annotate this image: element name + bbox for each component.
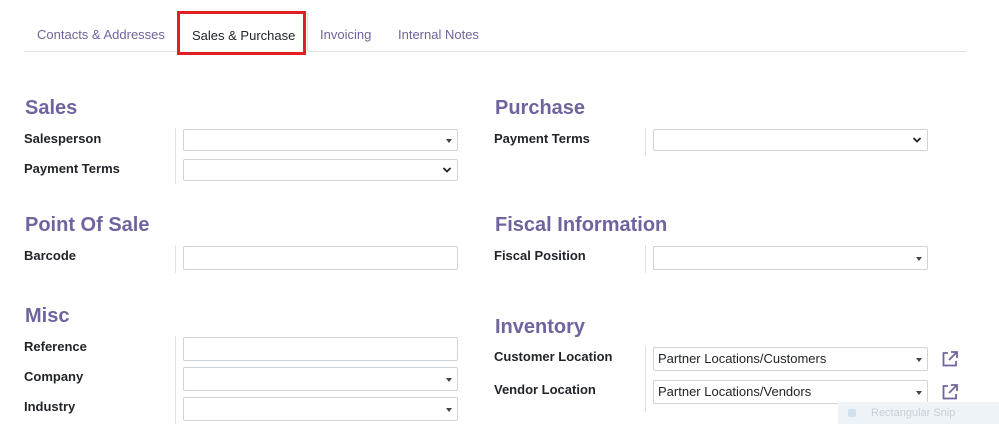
notebook-tabs: Contacts & Addresses Sales & Purchase In… [24,13,966,52]
caret-down-icon [916,257,922,261]
chevron-down-icon [912,137,922,143]
external-link-icon[interactable] [940,349,960,369]
reference-input[interactable] [183,337,458,361]
sales-payment-terms-label: Payment Terms [24,161,120,176]
industry-label: Industry [24,399,76,414]
sales-divider [175,128,176,184]
company-select[interactable] [183,367,458,391]
salesperson-label: Salesperson [24,131,102,146]
snip-tool-overlay: Rectangular Snip [838,402,999,424]
sales-section-title: Sales [25,97,78,119]
purchase-payment-terms-label: Payment Terms [494,131,590,146]
salesperson-select[interactable] [183,129,458,151]
barcode-label: Barcode [24,248,77,263]
misc-divider [175,336,176,424]
caret-down-icon [446,408,452,412]
customer-location-label: Customer Location [494,349,613,364]
tab-contacts-addresses[interactable]: Contacts & Addresses [37,13,165,51]
sales-payment-terms-select[interactable] [183,159,458,181]
company-label: Company [24,369,84,384]
chevron-down-icon [442,167,452,173]
vendor-location-label: Vendor Location [494,382,596,397]
caret-down-icon [916,358,922,362]
caret-down-icon [446,139,452,143]
fiscal-divider [645,245,646,273]
fiscal-position-select[interactable] [653,246,928,270]
purchase-section-title: Purchase [495,97,586,119]
tab-internal-notes[interactable]: Internal Notes [398,13,479,51]
barcode-input[interactable] [183,246,458,270]
inventory-section-title: Inventory [495,316,586,338]
industry-select[interactable] [183,397,458,421]
customer-location-value: Partner Locations/Customers [658,351,827,366]
purchase-divider [645,128,646,156]
pos-divider [175,245,176,273]
reference-label: Reference [24,339,87,354]
fiscal-section-title: Fiscal Information [495,214,668,236]
caret-down-icon [446,378,452,382]
inventory-divider [645,346,646,412]
snip-label: Rectangular Snip [871,407,956,419]
misc-section-title: Misc [25,305,70,327]
snip-icon [848,409,856,417]
purchase-payment-terms-select[interactable] [653,129,928,151]
tab-invoicing[interactable]: Invoicing [320,13,371,51]
pos-section-title: Point Of Sale [25,214,150,236]
customer-location-select[interactable]: Partner Locations/Customers [653,347,928,371]
external-link-icon[interactable] [940,382,960,402]
tab-sales-purchase[interactable]: Sales & Purchase [179,13,309,52]
vendor-location-value: Partner Locations/Vendors [658,384,812,399]
caret-down-icon [916,391,922,395]
vendor-location-select[interactable]: Partner Locations/Vendors [653,380,928,404]
fiscal-position-label: Fiscal Position [494,248,586,263]
